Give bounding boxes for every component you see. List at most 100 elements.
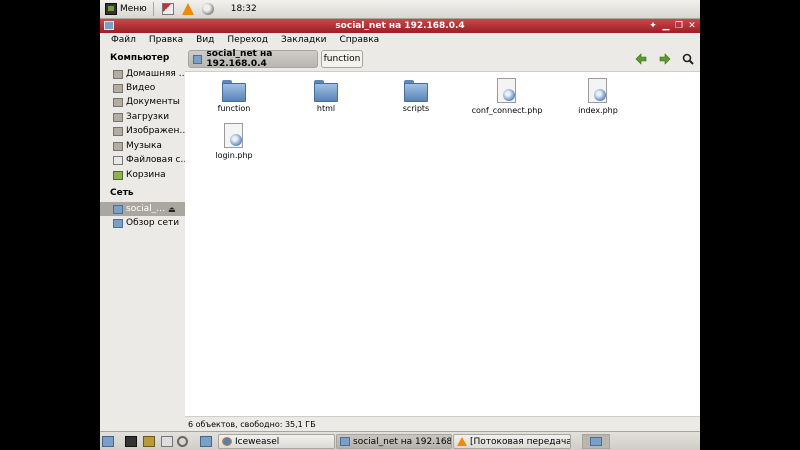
- eject-icon[interactable]: ⏏: [168, 205, 176, 214]
- sidebar-item-music[interactable]: Музыка: [100, 139, 185, 153]
- trash-icon: [113, 170, 123, 180]
- file-item-label: index.php: [578, 106, 618, 115]
- folder-icon: [113, 69, 123, 79]
- applications-menu-button[interactable]: Меню: [102, 1, 150, 17]
- php-file-icon: [224, 123, 244, 149]
- path-button-label: function: [323, 54, 361, 64]
- network-share-icon: [193, 54, 203, 64]
- sidebar-item-home[interactable]: Домашняя …: [100, 67, 185, 81]
- sidebar-heading-computer: Компьютер: [110, 53, 170, 63]
- sidebar-item-pictures[interactable]: Изображен…: [100, 124, 185, 138]
- folder-icon: [113, 141, 123, 151]
- tray-network-button[interactable]: [582, 434, 610, 449]
- network-globe-icon: [201, 3, 214, 15]
- sidebar-item-label: Домашняя …: [126, 69, 185, 79]
- network-share-icon: [113, 204, 123, 214]
- sidebar-item-label: Изображен…: [126, 126, 185, 136]
- iceweasel-icon: [222, 437, 232, 446]
- sidebar-item-label: Файловая с…: [126, 155, 185, 165]
- back-arrow-icon[interactable]: [635, 53, 647, 65]
- launcher-text-editor[interactable]: [159, 1, 177, 17]
- clock[interactable]: 18:32: [231, 4, 257, 14]
- sidebar-item-downloads[interactable]: Загрузки: [100, 110, 185, 124]
- file-item-index-php[interactable]: index.php: [553, 78, 643, 115]
- file-item-label: function: [217, 104, 251, 113]
- window-title: social_net на 192.168.0.4: [335, 21, 465, 31]
- text-editor-launcher-icon[interactable]: [161, 436, 173, 447]
- file-item-scripts-folder[interactable]: scripts: [371, 80, 461, 113]
- menu-edit[interactable]: Правка: [149, 35, 183, 45]
- menu-bookmarks[interactable]: Закладки: [281, 35, 327, 45]
- window-minimize-button[interactable]: ▁: [661, 21, 671, 31]
- file-item-conf-connect-php[interactable]: conf_connect.php: [462, 78, 552, 115]
- menu-icon: [105, 3, 117, 15]
- menu-view[interactable]: Вид: [196, 35, 214, 45]
- menubar: Файл Правка Вид Переход Закладки Справка: [100, 33, 700, 48]
- places-sidebar: Компьютер Домашняя … Видео Документы Заг…: [100, 47, 186, 431]
- file-item-login-php[interactable]: login.php: [189, 123, 279, 160]
- forward-arrow-icon[interactable]: [659, 53, 671, 65]
- sidebar-item-filesystem[interactable]: Файловая с…: [100, 153, 185, 167]
- window-titlebar[interactable]: social_net на 192.168.0.4 ✦ ▁ ❐ ✕: [100, 19, 700, 33]
- sidebar-item-social-net[interactable]: social_… ⏏: [100, 202, 185, 216]
- window-pin-button[interactable]: ✦: [648, 21, 658, 31]
- desktop-screen: Меню 18:32 social_net на 192.168.0.4 ✦ ▁…: [100, 0, 700, 450]
- folder-launcher-icon[interactable]: [200, 436, 212, 447]
- network-share-icon: [340, 437, 350, 446]
- menu-help[interactable]: Справка: [340, 35, 380, 45]
- task-vlc-streaming[interactable]: [Потоковая передача -…: [453, 434, 571, 449]
- sidebar-item-label: Корзина: [126, 170, 166, 180]
- file-manager-launcher-icon[interactable]: [143, 436, 155, 447]
- task-file-manager[interactable]: social_net на 192.168.0.4: [336, 434, 452, 449]
- task-iceweasel[interactable]: Iceweasel: [218, 434, 335, 449]
- sidebar-item-label: Документы: [126, 97, 180, 107]
- sidebar-item-browse-network[interactable]: Обзор сети: [100, 216, 185, 230]
- vlc-icon: [457, 437, 467, 446]
- menu-label: Меню: [120, 4, 147, 14]
- folder-icon: [113, 126, 123, 136]
- path-button-label: social_net на 192.168.0.4: [206, 49, 273, 69]
- path-button-current[interactable]: function: [321, 50, 363, 68]
- file-item-html-folder[interactable]: html: [281, 80, 371, 113]
- show-desktop-icon[interactable]: [102, 436, 114, 447]
- status-bar: 6 объектов, свободно: 35,1 ГБ: [185, 416, 700, 431]
- file-item-label: scripts: [402, 104, 430, 113]
- task-label: Iceweasel: [235, 436, 280, 447]
- network-monitor-icon: [590, 437, 602, 446]
- sidebar-item-label: Обзор сети: [126, 218, 180, 228]
- file-view[interactable]: function html scripts conf_connect.php i…: [185, 72, 700, 416]
- window-close-button[interactable]: ✕: [687, 21, 697, 31]
- launcher-vlc[interactable]: [179, 1, 197, 17]
- sidebar-item-label: social_…: [126, 204, 166, 214]
- launcher-network[interactable]: [199, 1, 217, 17]
- php-file-icon: [588, 78, 608, 104]
- sidebar-item-trash[interactable]: Корзина: [100, 168, 185, 182]
- terminal-icon[interactable]: [125, 436, 137, 447]
- file-item-label: login.php: [215, 151, 253, 160]
- sidebar-item-documents[interactable]: Документы: [100, 95, 185, 109]
- network-icon: [113, 218, 123, 228]
- folder-icon: [222, 80, 246, 102]
- search-icon[interactable]: [177, 436, 188, 447]
- folder-icon: [113, 112, 123, 122]
- menu-go[interactable]: Переход: [227, 35, 268, 45]
- sidebar-heading-network: Сеть: [110, 188, 134, 198]
- file-item-label: conf_connect.php: [471, 106, 543, 115]
- folder-icon: [113, 97, 123, 107]
- window-maximize-button[interactable]: ❐: [674, 21, 684, 31]
- php-file-icon: [497, 78, 517, 104]
- task-label: [Потоковая передача -…: [470, 436, 571, 447]
- sidebar-item-label: Видео: [126, 83, 156, 93]
- search-icon[interactable]: [682, 53, 694, 65]
- sidebar-item-label: Загрузки: [126, 112, 170, 122]
- folder-icon: [314, 80, 338, 102]
- vlc-icon: [181, 3, 194, 15]
- location-toolbar: social_net на 192.168.0.4 function: [185, 47, 700, 72]
- text-editor-icon: [161, 3, 174, 15]
- sidebar-item-videos[interactable]: Видео: [100, 81, 185, 95]
- path-button-root[interactable]: social_net на 192.168.0.4: [188, 49, 318, 69]
- file-item-function-folder[interactable]: function: [189, 80, 279, 113]
- taskbar: Iceweasel social_net на 192.168.0.4 [Пот…: [100, 431, 700, 450]
- folder-icon: [404, 80, 428, 102]
- menu-file[interactable]: Файл: [111, 35, 136, 45]
